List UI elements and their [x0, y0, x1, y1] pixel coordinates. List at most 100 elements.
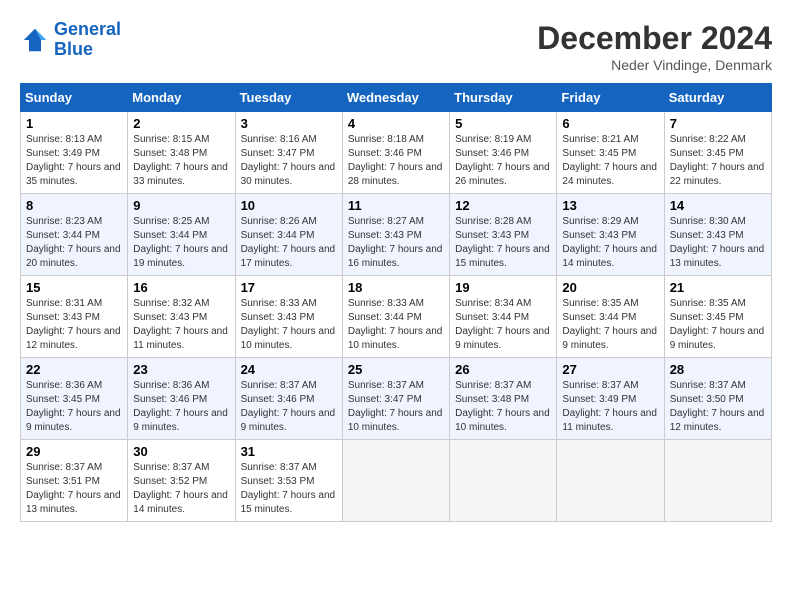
- day-number: 6: [562, 116, 658, 131]
- day-number: 13: [562, 198, 658, 213]
- column-header-saturday: Saturday: [664, 84, 771, 112]
- day-number: 30: [133, 444, 229, 459]
- calendar-cell: 29Sunrise: 8:37 AMSunset: 3:51 PMDayligh…: [21, 440, 128, 522]
- location: Neder Vindinge, Denmark: [537, 57, 772, 73]
- day-info: Sunrise: 8:34 AMSunset: 3:44 PMDaylight:…: [455, 297, 551, 353]
- calendar-cell: 12 Sunrise: 8:28 AMSunset: 3:43 PMDayligh…: [450, 194, 557, 276]
- calendar-cell: 23 Sunrise: 8:36 AMSunset: 3:46 PMDayligh…: [128, 358, 235, 440]
- logo-line2: Blue: [54, 39, 93, 59]
- calendar-week-2: 8Sunrise: 8:23 AMSunset: 3:44 PMDaylight…: [21, 194, 772, 276]
- day-info: Sunrise: 8:26 AMSunset: 3:44 PMDaylight:…: [241, 215, 337, 271]
- day-number: 1: [26, 116, 122, 131]
- day-number: 21: [670, 280, 766, 295]
- month-title: December 2024: [537, 20, 772, 57]
- calendar-cell: 25 Sunrise: 8:37 AMSunset: 3:47 PMDayligh…: [342, 358, 449, 440]
- day-info: Sunrise: 8:22 AMSunset: 3:45 PMDaylight:…: [670, 133, 766, 189]
- title-area: December 2024 Neder Vindinge, Denmark: [537, 20, 772, 73]
- day-info: Sunrise: 8:29 AMSunset: 3:43 PMDaylight:…: [562, 215, 658, 271]
- logo: General Blue: [20, 20, 121, 60]
- day-number: 12: [455, 198, 551, 213]
- day-number: 20: [562, 280, 658, 295]
- calendar-cell: 3 Sunrise: 8:16 AMSunset: 3:47 PMDaylight…: [235, 112, 342, 194]
- day-number: 11: [348, 198, 444, 213]
- day-info: Sunrise: 8:35 AMSunset: 3:45 PMDaylight:…: [670, 297, 766, 353]
- day-info: Sunrise: 8:37 AMSunset: 3:46 PMDaylight:…: [241, 379, 337, 435]
- day-info: Sunrise: 8:33 AMSunset: 3:43 PMDaylight:…: [241, 297, 337, 353]
- day-number: 24: [241, 362, 337, 377]
- day-number: 17: [241, 280, 337, 295]
- day-info: Sunrise: 8:15 AMSunset: 3:48 PMDaylight:…: [133, 133, 229, 189]
- calendar-cell: 18Sunrise: 8:33 AMSunset: 3:44 PMDayligh…: [342, 276, 449, 358]
- day-number: 15: [26, 280, 122, 295]
- column-header-monday: Monday: [128, 84, 235, 112]
- calendar-cell: 21 Sunrise: 8:35 AMSunset: 3:45 PMDayligh…: [664, 276, 771, 358]
- calendar-cell: 11Sunrise: 8:27 AMSunset: 3:43 PMDayligh…: [342, 194, 449, 276]
- day-number: 3: [241, 116, 337, 131]
- day-number: 22: [26, 362, 122, 377]
- column-header-wednesday: Wednesday: [342, 84, 449, 112]
- calendar-cell: 31Sunrise: 8:37 AMSunset: 3:53 PMDayligh…: [235, 440, 342, 522]
- calendar-cell: 1 Sunrise: 8:13 AMSunset: 3:49 PMDaylight…: [21, 112, 128, 194]
- day-info: Sunrise: 8:37 AMSunset: 3:49 PMDaylight:…: [562, 379, 658, 435]
- day-number: 23: [133, 362, 229, 377]
- calendar-cell: [342, 440, 449, 522]
- calendar-cell: [557, 440, 664, 522]
- day-info: Sunrise: 8:36 AMSunset: 3:45 PMDaylight:…: [26, 379, 122, 435]
- day-info: Sunrise: 8:16 AMSunset: 3:47 PMDaylight:…: [241, 133, 337, 189]
- day-number: 5: [455, 116, 551, 131]
- day-info: Sunrise: 8:18 AMSunset: 3:46 PMDaylight:…: [348, 133, 444, 189]
- column-header-thursday: Thursday: [450, 84, 557, 112]
- calendar-cell: 26 Sunrise: 8:37 AMSunset: 3:48 PMDayligh…: [450, 358, 557, 440]
- page-header: General Blue December 2024 Neder Vinding…: [20, 20, 772, 73]
- calendar-cell: 17 Sunrise: 8:33 AMSunset: 3:43 PMDayligh…: [235, 276, 342, 358]
- calendar-cell: 13 Sunrise: 8:29 AMSunset: 3:43 PMDayligh…: [557, 194, 664, 276]
- day-number: 26: [455, 362, 551, 377]
- day-info: Sunrise: 8:36 AMSunset: 3:46 PMDaylight:…: [133, 379, 229, 435]
- day-info: Sunrise: 8:37 AMSunset: 3:52 PMDaylight:…: [133, 461, 229, 517]
- day-number: 19: [455, 280, 551, 295]
- day-info: Sunrise: 8:32 AMSunset: 3:43 PMDaylight:…: [133, 297, 229, 353]
- calendar-cell: 6Sunrise: 8:21 AMSunset: 3:45 PMDaylight…: [557, 112, 664, 194]
- calendar-cell: [450, 440, 557, 522]
- day-info: Sunrise: 8:19 AMSunset: 3:46 PMDaylight:…: [455, 133, 551, 189]
- column-header-tuesday: Tuesday: [235, 84, 342, 112]
- day-number: 25: [348, 362, 444, 377]
- column-header-friday: Friday: [557, 84, 664, 112]
- calendar-cell: [664, 440, 771, 522]
- day-info: Sunrise: 8:37 AMSunset: 3:53 PMDaylight:…: [241, 461, 337, 517]
- day-info: Sunrise: 8:35 AMSunset: 3:44 PMDaylight:…: [562, 297, 658, 353]
- logo-icon: [20, 25, 50, 55]
- day-info: Sunrise: 8:28 AMSunset: 3:43 PMDaylight:…: [455, 215, 551, 271]
- calendar-cell: 4 Sunrise: 8:18 AMSunset: 3:46 PMDaylight…: [342, 112, 449, 194]
- calendar-cell: 28Sunrise: 8:37 AMSunset: 3:50 PMDayligh…: [664, 358, 771, 440]
- calendar-cell: 16 Sunrise: 8:32 AMSunset: 3:43 PMDayligh…: [128, 276, 235, 358]
- calendar-week-3: 15Sunrise: 8:31 AMSunset: 3:43 PMDayligh…: [21, 276, 772, 358]
- calendar-week-4: 22 Sunrise: 8:36 AMSunset: 3:45 PMDayligh…: [21, 358, 772, 440]
- day-number: 7: [670, 116, 766, 131]
- calendar-table: SundayMondayTuesdayWednesdayThursdayFrid…: [20, 83, 772, 522]
- calendar-week-5: 29Sunrise: 8:37 AMSunset: 3:51 PMDayligh…: [21, 440, 772, 522]
- day-info: Sunrise: 8:33 AMSunset: 3:44 PMDaylight:…: [348, 297, 444, 353]
- calendar-week-1: 1 Sunrise: 8:13 AMSunset: 3:49 PMDaylight…: [21, 112, 772, 194]
- day-number: 4: [348, 116, 444, 131]
- calendar-cell: 30 Sunrise: 8:37 AMSunset: 3:52 PMDayligh…: [128, 440, 235, 522]
- day-number: 16: [133, 280, 229, 295]
- day-info: Sunrise: 8:23 AMSunset: 3:44 PMDaylight:…: [26, 215, 122, 271]
- calendar-cell: 19 Sunrise: 8:34 AMSunset: 3:44 PMDayligh…: [450, 276, 557, 358]
- logo-text: General Blue: [54, 20, 121, 60]
- day-info: Sunrise: 8:37 AMSunset: 3:48 PMDaylight:…: [455, 379, 551, 435]
- day-number: 28: [670, 362, 766, 377]
- calendar-cell: 10Sunrise: 8:26 AMSunset: 3:44 PMDayligh…: [235, 194, 342, 276]
- calendar-cell: 9Sunrise: 8:25 AMSunset: 3:44 PMDaylight…: [128, 194, 235, 276]
- logo-line1: General: [54, 19, 121, 39]
- day-info: Sunrise: 8:13 AMSunset: 3:49 PMDaylight:…: [26, 133, 122, 189]
- calendar-cell: 15Sunrise: 8:31 AMSunset: 3:43 PMDayligh…: [21, 276, 128, 358]
- calendar-cell: 7 Sunrise: 8:22 AMSunset: 3:45 PMDaylight…: [664, 112, 771, 194]
- calendar-cell: 24 Sunrise: 8:37 AMSunset: 3:46 PMDayligh…: [235, 358, 342, 440]
- day-info: Sunrise: 8:37 AMSunset: 3:51 PMDaylight:…: [26, 461, 122, 517]
- calendar-cell: 8Sunrise: 8:23 AMSunset: 3:44 PMDaylight…: [21, 194, 128, 276]
- day-info: Sunrise: 8:30 AMSunset: 3:43 PMDaylight:…: [670, 215, 766, 271]
- column-header-sunday: Sunday: [21, 84, 128, 112]
- day-info: Sunrise: 8:37 AMSunset: 3:47 PMDaylight:…: [348, 379, 444, 435]
- calendar-cell: 14Sunrise: 8:30 AMSunset: 3:43 PMDayligh…: [664, 194, 771, 276]
